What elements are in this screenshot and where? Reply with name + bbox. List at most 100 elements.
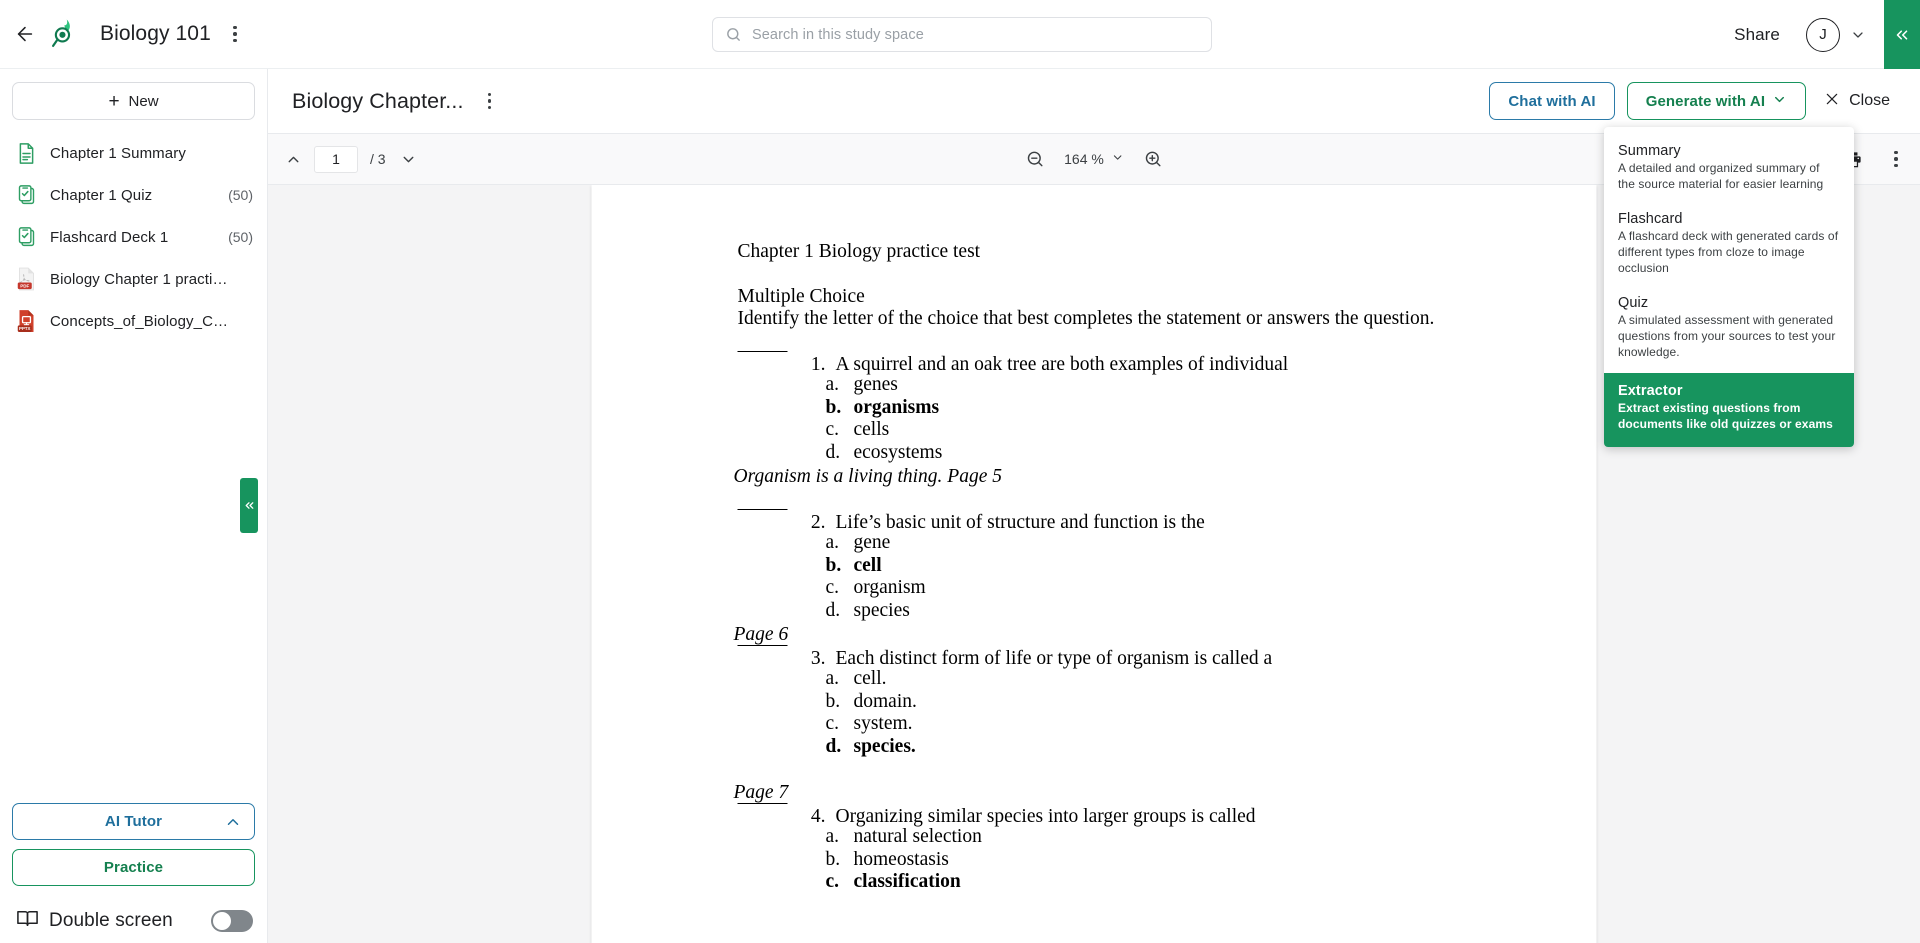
option-letter: c. xyxy=(825,871,840,892)
chat-with-ai-button[interactable]: Chat with AI xyxy=(1489,82,1615,120)
sidebar-item-label: Chapter 1 Quiz xyxy=(50,186,153,204)
double-screen-toggle[interactable] xyxy=(211,910,253,932)
sidebar-item-concepts-of-biology-chapter[interactable]: PPTX Concepts_of_Biology_Chap... xyxy=(0,300,267,342)
option-row: a. genes xyxy=(826,374,1537,397)
double-screen-label: Double screen xyxy=(49,910,173,931)
top-bar: Biology 101 Search in this study space S… xyxy=(0,0,1920,69)
document-overflow-menu-icon[interactable] xyxy=(476,86,504,116)
generate-menu-item-quiz[interactable]: Quiz A simulated assessment with generat… xyxy=(1604,289,1854,373)
document-title: Biology Chapter... xyxy=(292,88,464,113)
document-instruction: Identify the letter of the choice that b… xyxy=(737,308,1435,329)
sidebar: + New Chapter 1 Summary Chapter 1 Quiz (… xyxy=(0,69,268,943)
generate-menu-item-description: Extract existing questions from document… xyxy=(1618,400,1833,431)
question-number: 2. xyxy=(810,511,826,533)
ai-tutor-button[interactable]: AI Tutor xyxy=(12,803,255,840)
option-row: d. species xyxy=(826,600,1537,623)
option-text: cells xyxy=(853,419,890,440)
close-x-icon xyxy=(1824,91,1840,112)
double-screen-row[interactable]: Double screen xyxy=(12,895,255,943)
avatar[interactable]: J xyxy=(1806,17,1840,52)
option-letter: c. xyxy=(825,713,840,734)
ai-tutor-label: AI Tutor xyxy=(104,813,163,830)
book-open-icon xyxy=(16,907,39,935)
option-text: gene xyxy=(853,532,891,553)
sidebar-item-list: Chapter 1 Summary Chapter 1 Quiz (50) Fl… xyxy=(0,132,267,342)
new-button[interactable]: + New xyxy=(12,82,255,120)
sidebar-item-biology-chapter-1-practice-test[interactable]: PDF Biology Chapter 1 practice t... xyxy=(0,258,267,300)
summary-doc-icon xyxy=(14,140,38,166)
close-button[interactable]: Close xyxy=(1818,91,1898,112)
pdf-page-content: Chapter 1 Biology practice test Multiple… xyxy=(592,185,1597,894)
option-letter: b. xyxy=(825,690,841,712)
option-letter: c. xyxy=(825,577,840,598)
zoom-level-select[interactable]: 164 % xyxy=(1064,151,1124,167)
space-overflow-menu-icon[interactable] xyxy=(221,19,249,49)
zoom-in-button[interactable] xyxy=(1138,144,1168,174)
option-letter: a. xyxy=(825,668,840,689)
question-row: 1. A squirrel and an oak tree are both e… xyxy=(737,350,1537,375)
chevron-down-icon xyxy=(1772,92,1787,111)
question-number: 4. xyxy=(810,805,826,827)
option-row: c. cells xyxy=(826,419,1537,442)
answer-blank xyxy=(737,802,788,804)
close-label: Close xyxy=(1849,92,1890,109)
generate-with-ai-button[interactable]: Generate with AI xyxy=(1626,82,1807,120)
generate-menu-item-flashcard[interactable]: Flashcard A flashcard deck with generate… xyxy=(1604,205,1854,289)
previous-page-button[interactable] xyxy=(278,144,308,174)
question-note: Page 7 xyxy=(733,782,789,803)
option-letter: b. xyxy=(825,396,842,418)
collapse-sidebar-tab[interactable] xyxy=(240,478,258,533)
sidebar-item-flashcard-deck-1[interactable]: Flashcard Deck 1 (50) xyxy=(0,216,267,258)
option-row: b. homeostasis xyxy=(826,849,1537,872)
pdf-more-menu-icon[interactable] xyxy=(1876,144,1906,174)
option-text: organism xyxy=(853,577,926,598)
sidebar-item-label: Concepts_of_Biology_Chap... xyxy=(50,312,233,330)
option-letter: c. xyxy=(825,419,840,440)
back-arrow-icon[interactable] xyxy=(8,17,42,51)
question-text: Life’s basic unit of structure and funct… xyxy=(835,511,1205,533)
share-button[interactable]: Share xyxy=(1734,25,1780,45)
sidebar-item-count: (50) xyxy=(228,229,253,245)
answer-blank xyxy=(737,644,788,646)
practice-button[interactable]: Practice xyxy=(12,849,255,886)
chevron-down-icon[interactable] xyxy=(1850,27,1866,43)
pdf-zoom-controls: 164 % xyxy=(1020,144,1168,174)
option-row: b. domain. xyxy=(826,691,1537,714)
pptx-file-icon: PPTX xyxy=(14,308,38,334)
page-number-input[interactable]: 1 xyxy=(314,145,358,173)
next-page-button[interactable] xyxy=(394,144,424,174)
generate-menu-item-summary[interactable]: Summary A detailed and organized summary… xyxy=(1604,137,1854,205)
answer-blank xyxy=(737,508,788,510)
option-text: system. xyxy=(853,713,913,734)
collapse-right-panel-button[interactable] xyxy=(1884,0,1920,69)
question-row: 3. Each distinct form of life or type of… xyxy=(737,644,1537,669)
search-bar[interactable]: Search in this study space xyxy=(712,17,1212,52)
question-text: Each distinct form of life or type of or… xyxy=(835,647,1273,669)
quiz-clipboard-icon xyxy=(14,182,38,208)
practice-label: Practice xyxy=(103,859,164,876)
option-row: a. cell. xyxy=(826,668,1537,691)
search-input[interactable]: Search in this study space xyxy=(712,17,1212,52)
chat-with-ai-label: Chat with AI xyxy=(1508,92,1596,110)
study-space-title: Biology 101 xyxy=(100,22,211,45)
sidebar-item-chapter-1-summary[interactable]: Chapter 1 Summary xyxy=(0,132,267,174)
plus-icon: + xyxy=(108,90,120,112)
zoom-out-button[interactable] xyxy=(1020,144,1050,174)
svg-text:PPTX: PPTX xyxy=(19,326,30,331)
generate-menu-item-extractor[interactable]: Extractor Extract existing questions fro… xyxy=(1604,372,1854,447)
pdf-page-nav: 1 / 3 xyxy=(268,144,424,174)
chevron-up-icon xyxy=(224,813,242,831)
generate-menu-item-title: Quiz xyxy=(1618,294,1649,311)
option-letter: d. xyxy=(825,599,841,621)
option-text: organisms xyxy=(853,396,940,418)
option-text: classification xyxy=(853,871,961,892)
sidebar-item-chapter-1-quiz[interactable]: Chapter 1 Quiz (50) xyxy=(0,174,267,216)
document-header-actions: Chat with AI Generate with AI Close xyxy=(1489,82,1898,120)
generate-menu-item-description: A detailed and organized summary of the … xyxy=(1618,161,1824,191)
question-text: A squirrel and an oak tree are both exam… xyxy=(835,353,1289,375)
option-letter: a. xyxy=(825,532,840,553)
generate-menu-item-description: A flashcard deck with generated cards of… xyxy=(1618,228,1839,275)
